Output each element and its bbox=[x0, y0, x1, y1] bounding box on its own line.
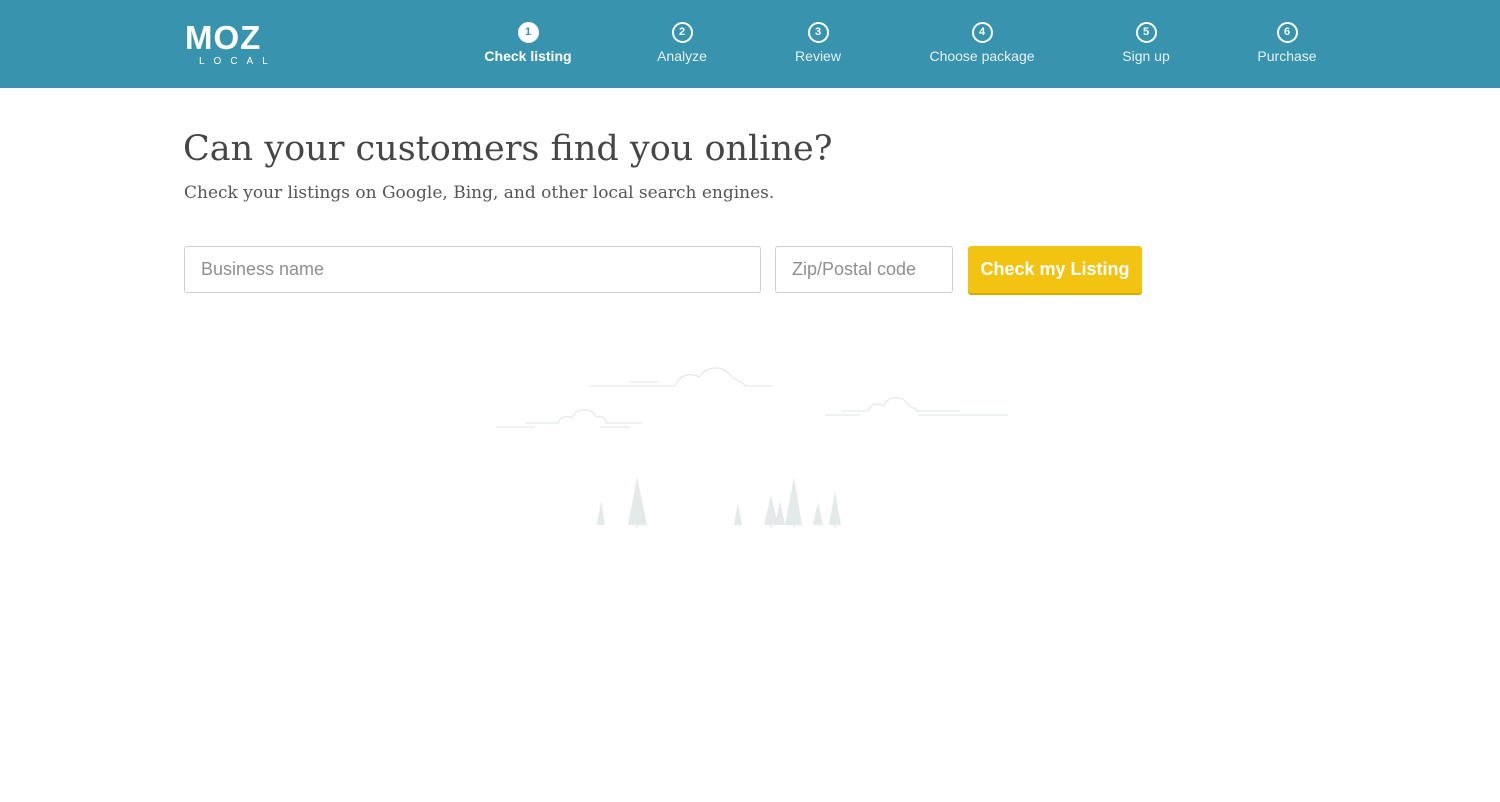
cloud-icon bbox=[496, 408, 642, 428]
step-number-badge: 5 bbox=[1135, 22, 1157, 43]
step-sign-up[interactable]: 5 Sign up bbox=[1066, 22, 1226, 72]
step-number-badge: 3 bbox=[807, 22, 829, 43]
step-label: Sign up bbox=[1122, 48, 1170, 64]
top-navigation-bar: MOZ LOCAL 1 Check listing 2 Analyze 3 Re… bbox=[0, 0, 1500, 88]
step-label: Choose package bbox=[929, 48, 1035, 64]
step-label: Check listing bbox=[484, 48, 572, 64]
page-title: Can your customers find you online? bbox=[183, 129, 833, 169]
cloud-icon bbox=[590, 367, 772, 387]
pine-tree-icon bbox=[597, 477, 841, 525]
logo-subtitle: LOCAL bbox=[199, 56, 277, 67]
business-name-input[interactable] bbox=[184, 246, 761, 293]
step-label: Purchase bbox=[1257, 48, 1317, 64]
step-number-badge: 2 bbox=[671, 22, 693, 43]
step-number-badge: 4 bbox=[971, 22, 993, 43]
clouds-and-trees-illustration bbox=[496, 367, 1008, 528]
moz-local-logo[interactable]: MOZ LOCAL bbox=[185, 19, 289, 70]
step-label: Review bbox=[795, 48, 841, 64]
page-subtitle: Check your listings on Google, Bing, and… bbox=[184, 183, 775, 203]
step-number-badge: 1 bbox=[517, 22, 539, 43]
step-check-listing[interactable]: 1 Check listing bbox=[448, 22, 608, 72]
step-choose-package[interactable]: 4 Choose package bbox=[902, 22, 1062, 72]
logo-wordmark: MOZ bbox=[185, 19, 262, 56]
zip-postal-code-input[interactable] bbox=[775, 246, 953, 293]
step-purchase[interactable]: 6 Purchase bbox=[1207, 22, 1367, 72]
check-my-listing-button[interactable]: Check my Listing bbox=[968, 246, 1142, 293]
cloud-icon bbox=[825, 396, 1008, 416]
step-number-badge: 6 bbox=[1276, 22, 1298, 43]
step-review[interactable]: 3 Review bbox=[738, 22, 898, 72]
